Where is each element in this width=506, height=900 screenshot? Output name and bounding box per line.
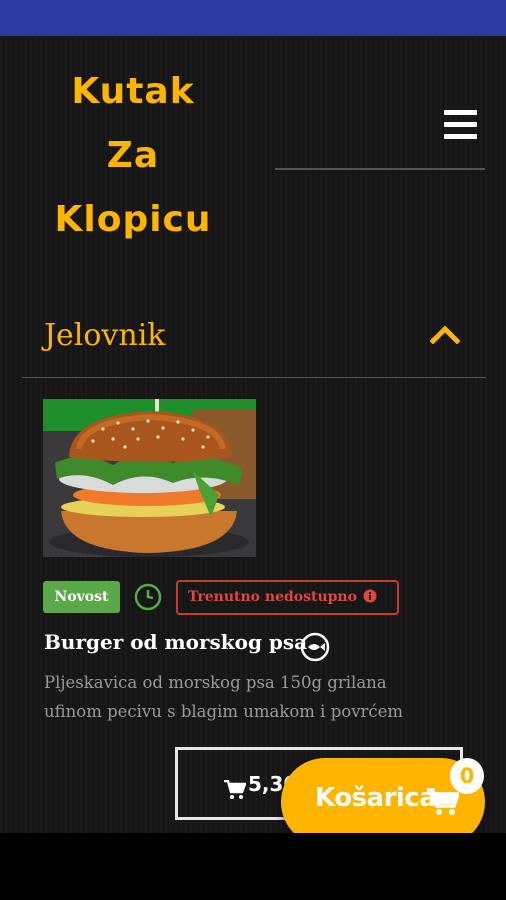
product-description: Pljeskavica od morskog psa 150g grilana … [44, 668, 454, 726]
product-name: Burger od morskog psa [44, 630, 308, 654]
site-logo[interactable]: Kutak Za Klopicu [28, 60, 238, 252]
menu-section-toggle[interactable]: Jelovnik [22, 298, 486, 376]
header-divider [275, 168, 485, 170]
shopping-cart-icon [427, 788, 459, 815]
unavailable-label: Trenutno nedostupno [188, 589, 357, 605]
navigation-bar [0, 833, 506, 900]
cart-count-badge: 0 [450, 758, 484, 794]
chevron-up-icon [430, 325, 460, 344]
clock-icon [134, 583, 162, 611]
cart-label: Košarica [315, 783, 437, 813]
description-line-2: ufinom pecivu s blagim umakom i povrćem [44, 702, 404, 721]
fish-icon [300, 632, 330, 662]
burger-photo[interactable] [43, 399, 256, 557]
logo-line-1: Kutak [71, 71, 195, 112]
hamburger-menu-icon[interactable] [444, 110, 478, 140]
info-icon [363, 589, 377, 602]
section-title: Jelovnik [44, 318, 166, 353]
unavailable-badge[interactable]: Trenutno nedostupno [176, 580, 399, 615]
logo-line-2: Za [106, 135, 160, 176]
cart-icon [224, 780, 246, 799]
logo-line-3: Klopicu [54, 199, 212, 240]
description-line-1: Pljeskavica od morskog psa 150g grilana [44, 673, 387, 692]
section-divider [22, 377, 486, 378]
page-content: Kutak Za Klopicu Jelovnik Novost Trenutn… [0, 36, 506, 833]
status-bar [0, 0, 506, 36]
new-badge: Novost [43, 581, 120, 613]
